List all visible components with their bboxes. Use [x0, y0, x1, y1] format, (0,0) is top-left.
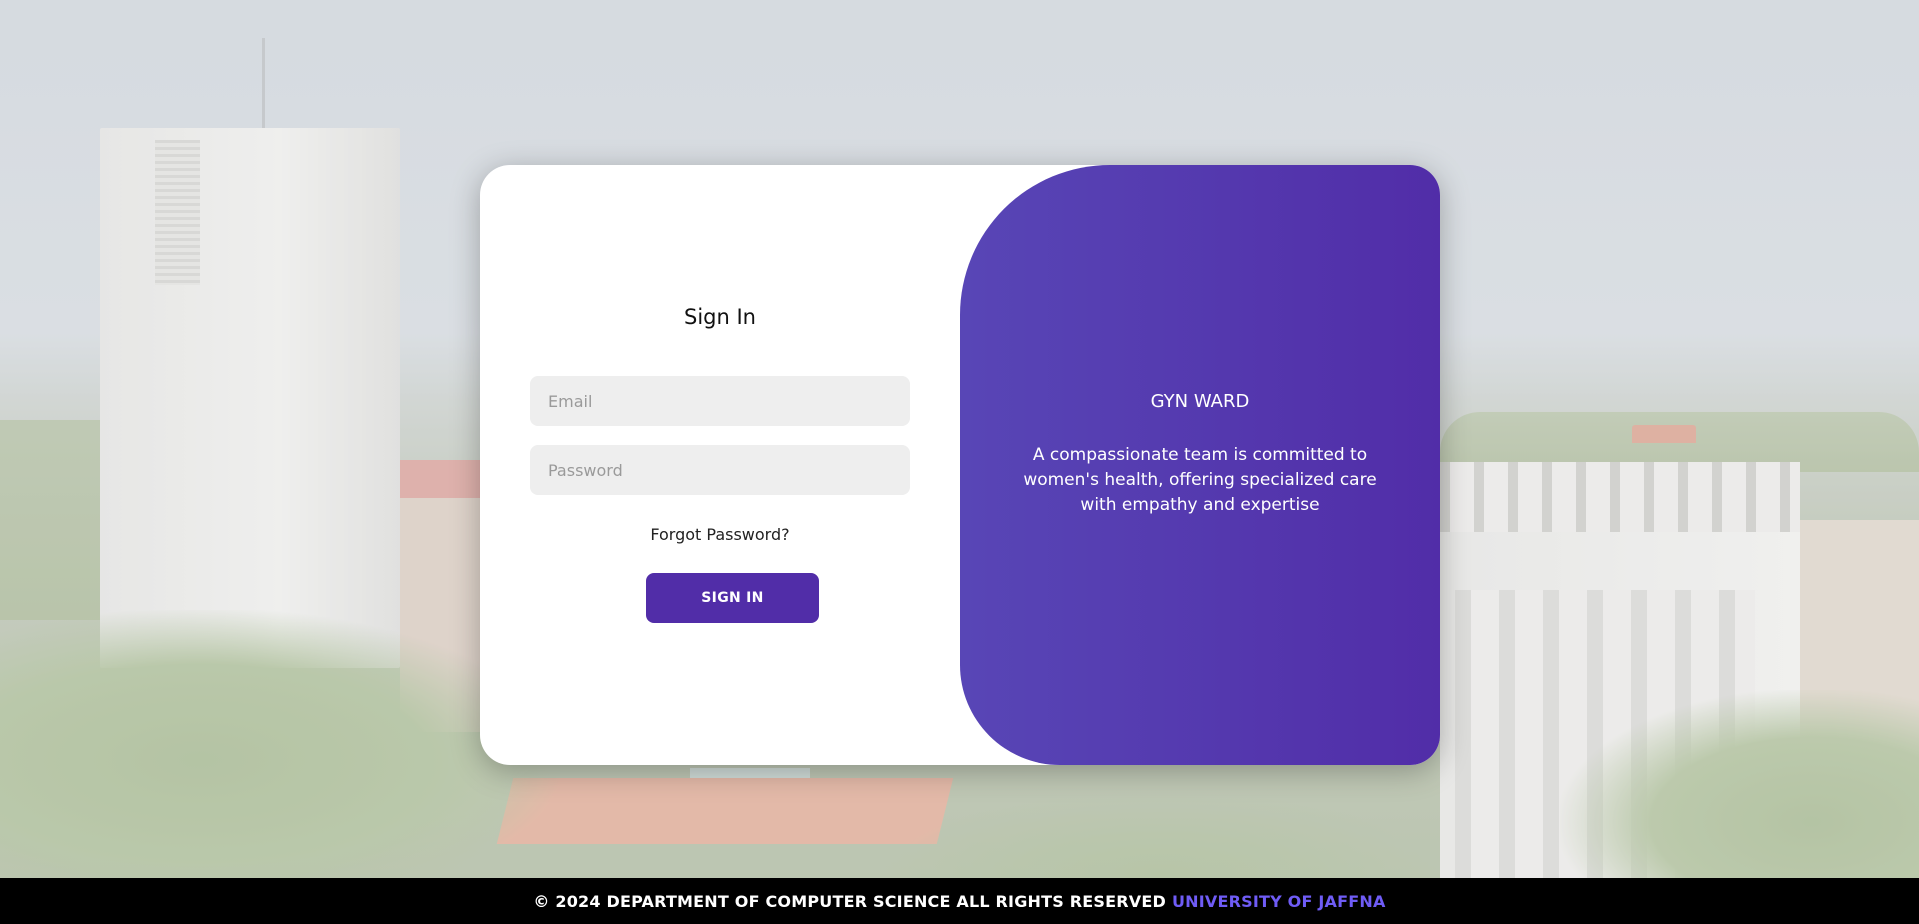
ward-description: A compassionate team is committed to wom…: [1023, 445, 1377, 515]
email-input[interactable]: [530, 376, 910, 426]
forgot-password-link[interactable]: Forgot Password?: [480, 525, 960, 544]
ward-title: GYN WARD: [1150, 391, 1250, 412]
sign-in-button[interactable]: SIGN IN: [646, 573, 819, 623]
footer: © 2024 DEPARTMENT OF COMPUTER SCIENCE AL…: [0, 878, 1919, 924]
password-input[interactable]: [530, 445, 910, 495]
login-card: Sign In Forgot Password? SIGN IN GYN WAR…: [480, 165, 1440, 765]
sign-in-form: Sign In Forgot Password? SIGN IN: [480, 165, 960, 765]
ward-info-panel: GYN WARD A compassionate team is committ…: [960, 165, 1440, 765]
footer-copyright: © 2024 DEPARTMENT OF COMPUTER SCIENCE AL…: [533, 891, 1166, 911]
sign-in-title: Sign In: [684, 305, 756, 329]
login-page: Sign In Forgot Password? SIGN IN GYN WAR…: [0, 0, 1919, 924]
university-link[interactable]: UNIVERSITY OF JAFFNA: [1172, 892, 1386, 911]
